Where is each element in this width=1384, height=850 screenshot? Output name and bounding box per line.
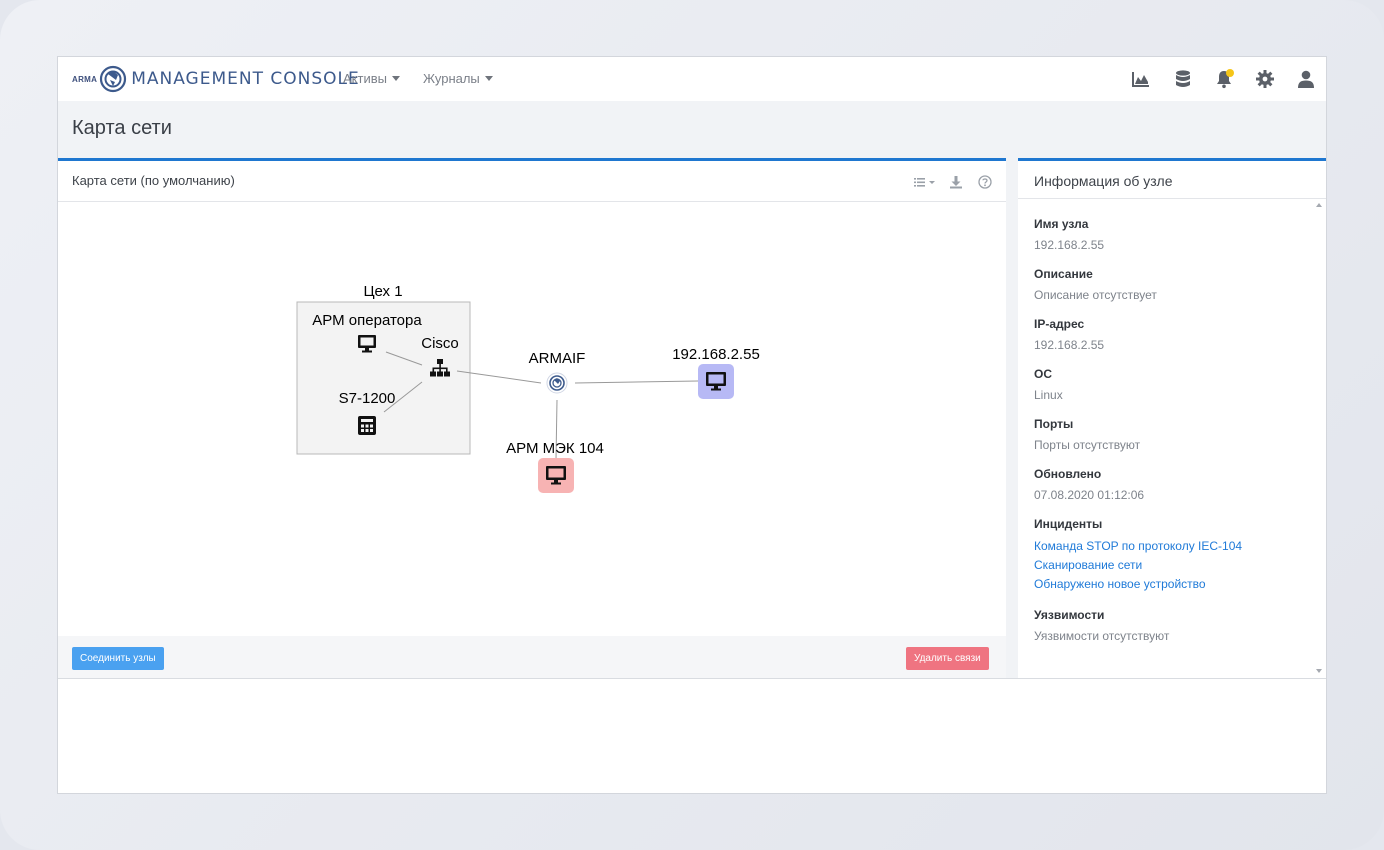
- arm-mek-node[interactable]: [538, 458, 574, 493]
- device-frame: ARMA MANAGEMENT CONSOLE Активы Журналы К…: [0, 0, 1384, 850]
- nav-menu-journals[interactable]: Журналы: [423, 71, 493, 86]
- delete-links-button[interactable]: Удалить связи: [906, 647, 989, 670]
- network-map-svg: Цех 1 АРМ оператора Cisco S7-1200 ARMAIF…: [296, 283, 760, 493]
- page-header: Карта сети: [58, 101, 1326, 159]
- field-label: Инциденты: [1034, 517, 1103, 531]
- field-value: Linux: [1034, 388, 1063, 402]
- scroll-up-icon[interactable]: [1316, 203, 1322, 207]
- field-value: Уязвимости отсутствуют: [1034, 629, 1170, 643]
- info-panel-body: Имя узла 192.168.2.55 Описание Описание …: [1034, 217, 1304, 658]
- field-os: ОС Linux: [1034, 367, 1304, 403]
- incident-link[interactable]: Команда STOP по протоколу IEC-104: [1034, 537, 1304, 556]
- field-label: Описание: [1034, 267, 1093, 281]
- app-logo[interactable]: ARMA MANAGEMENT CONSOLE: [72, 65, 360, 93]
- gear-icon[interactable]: [1254, 68, 1276, 90]
- top-navbar: ARMA MANAGEMENT CONSOLE Активы Журналы: [58, 57, 1326, 102]
- field-updated: Обновлено 07.08.2020 01:12:06: [1034, 467, 1304, 503]
- ip-node[interactable]: [698, 364, 734, 399]
- list-icon[interactable]: [913, 174, 939, 190]
- node-s7-label: S7-1200: [339, 390, 396, 407]
- page-title: Карта сети: [72, 117, 172, 139]
- field-value: Описание отсутствует: [1034, 288, 1157, 302]
- node-ip-label: 192.168.2.55: [672, 346, 760, 363]
- field-ip: IP-адрес 192.168.2.55: [1034, 317, 1304, 353]
- node-info-panel: Информация об узле Имя узла 192.168.2.55…: [1018, 158, 1326, 678]
- field-value: 07.08.2020 01:12:06: [1034, 488, 1145, 502]
- field-node-name: Имя узла 192.168.2.55: [1034, 217, 1304, 253]
- nav-menu-assets-label: Активы: [343, 71, 387, 86]
- notification-badge: [1226, 69, 1234, 77]
- help-icon[interactable]: [977, 174, 993, 190]
- user-icon[interactable]: [1295, 68, 1317, 90]
- calculator-icon[interactable]: [358, 416, 376, 435]
- chart-icon[interactable]: [1130, 68, 1152, 90]
- map-panel-header: Карта сети (по умолчанию): [58, 161, 1006, 202]
- field-value: Порты отсутствуют: [1034, 438, 1141, 452]
- content-divider: [58, 678, 1326, 679]
- field-description: Описание Описание отсутствует: [1034, 267, 1304, 303]
- field-label: Обновлено: [1034, 467, 1102, 481]
- field-value: 192.168.2.55: [1034, 338, 1105, 352]
- field-ports: Порты Порты отсутствуют: [1034, 417, 1304, 453]
- field-value: 192.168.2.55: [1034, 238, 1105, 252]
- caret-down-icon: [391, 76, 400, 81]
- incident-link[interactable]: Сканирование сети: [1034, 556, 1304, 575]
- app-title: MANAGEMENT CONSOLE: [131, 69, 360, 89]
- database-icon[interactable]: [1172, 68, 1194, 90]
- info-scrollbar[interactable]: [1314, 199, 1324, 677]
- map-panel-footer: Соединить узлы Удалить связи: [58, 636, 1006, 678]
- field-label: Имя узла: [1034, 217, 1089, 231]
- map-panel-title: Карта сети (по умолчанию): [72, 173, 235, 188]
- node-arm-mek-label: АРМ МЭК 104: [506, 440, 604, 457]
- logo-small-text: ARMA: [72, 74, 98, 84]
- info-panel-header: Информация об узле: [1018, 161, 1326, 199]
- field-label: ОС: [1034, 367, 1052, 381]
- field-incidents: Инциденты Команда STOP по протоколу IEC-…: [1034, 517, 1304, 594]
- node-arm-operator-label: АРМ оператора: [312, 312, 422, 329]
- arma-logo-icon: [100, 65, 127, 93]
- app-window: ARMA MANAGEMENT CONSOLE Активы Журналы К…: [57, 56, 1327, 794]
- nav-menu-journals-label: Журналы: [423, 71, 480, 86]
- connect-nodes-button[interactable]: Соединить узлы: [72, 647, 164, 670]
- download-icon[interactable]: [948, 174, 964, 190]
- nav-menu-assets[interactable]: Активы: [343, 71, 400, 86]
- info-panel-title: Информация об узле: [1034, 173, 1173, 189]
- incident-link[interactable]: Обнаружено новое устройство: [1034, 575, 1304, 594]
- network-map-canvas[interactable]: Цех 1 АРМ оператора Cisco S7-1200 ARMAIF…: [58, 202, 1006, 636]
- network-map-panel: Карта сети (по умолчанию) Цех 1 АРМ опер…: [58, 158, 1006, 678]
- link-armaif-ip[interactable]: [574, 380, 699, 384]
- field-vulnerabilities: Уязвимости Уязвимости отсутствуют: [1034, 608, 1304, 644]
- field-label: Порты: [1034, 417, 1074, 431]
- arma-logo-icon[interactable]: [546, 372, 568, 394]
- scroll-down-icon[interactable]: [1316, 669, 1322, 673]
- node-armaif-label: ARMAIF: [529, 350, 586, 367]
- caret-down-icon: [484, 76, 493, 81]
- bell-icon[interactable]: [1213, 68, 1235, 90]
- node-cisco-label: Cisco: [421, 335, 459, 352]
- field-label: IP-адрес: [1034, 317, 1085, 331]
- group-label: Цех 1: [363, 283, 402, 300]
- field-label: Уязвимости: [1034, 608, 1105, 622]
